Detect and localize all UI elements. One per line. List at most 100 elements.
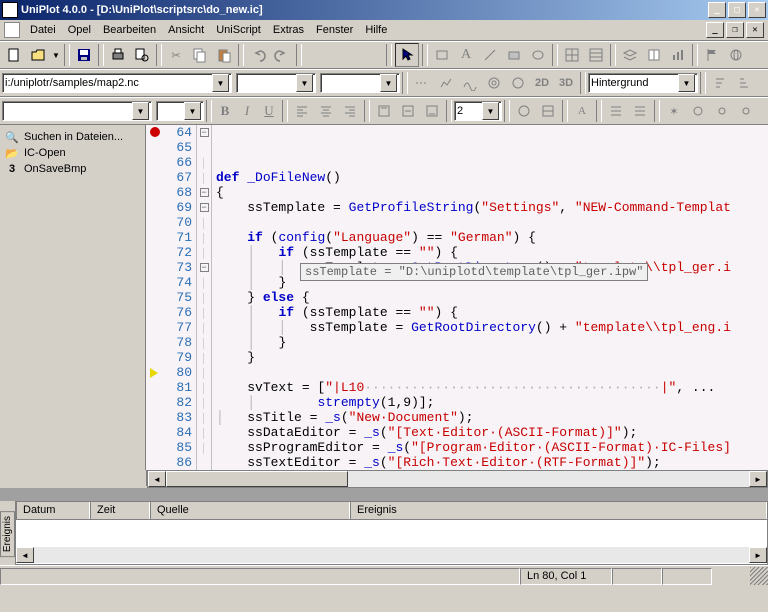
minimize-button[interactable]: _ xyxy=(708,2,726,18)
para2-icon[interactable] xyxy=(629,100,651,122)
scroll-right-icon[interactable]: ► xyxy=(749,471,767,487)
menu-opel[interactable]: Opel xyxy=(62,22,97,38)
scroll-left-icon[interactable]: ◄ xyxy=(148,471,166,487)
print-button[interactable] xyxy=(107,44,129,66)
maximize-button[interactable]: □ xyxy=(728,2,746,18)
ring-icon[interactable] xyxy=(687,100,709,122)
menu-hilfe[interactable]: Hilfe xyxy=(359,22,393,38)
font-combo[interactable]: ▼ xyxy=(2,101,152,121)
mdi-icon[interactable] xyxy=(4,22,20,38)
2d-button[interactable]: 2D xyxy=(531,72,553,94)
log-scrollbar[interactable]: ◄ ► xyxy=(16,547,767,563)
table-icon[interactable] xyxy=(537,100,559,122)
sort-desc-icon[interactable] xyxy=(733,72,755,94)
layers-icon[interactable] xyxy=(619,44,641,66)
sidebar-item-onsavebmp[interactable]: 3OnSaveBmp xyxy=(2,161,143,177)
size-combo[interactable]: ▼ xyxy=(156,101,204,121)
mdi-restore-button[interactable]: ❐ xyxy=(726,22,744,38)
circle-icon[interactable] xyxy=(507,72,529,94)
valign-mid-icon[interactable] xyxy=(397,100,419,122)
text-color-icon[interactable]: A xyxy=(571,100,593,122)
chevron-down-icon[interactable]: ▼ xyxy=(132,102,149,120)
chevron-down-icon[interactable]: ▼ xyxy=(380,74,397,92)
menu-extras[interactable]: Extras xyxy=(267,22,310,38)
rect-tool-icon[interactable] xyxy=(431,44,453,66)
link-icon[interactable] xyxy=(711,100,733,122)
copy-button[interactable] xyxy=(189,44,211,66)
shape-tool-icon[interactable] xyxy=(503,44,525,66)
grid2-tool-icon[interactable] xyxy=(585,44,607,66)
chevron-down-icon[interactable]: ▼ xyxy=(678,74,695,92)
resize-grip[interactable] xyxy=(750,567,768,585)
underline-button[interactable]: U xyxy=(258,100,280,122)
log-col-ereignis[interactable]: Ereignis xyxy=(350,502,767,519)
menu-uniscript[interactable]: UniScript xyxy=(210,22,267,38)
star-icon[interactable]: ✶ xyxy=(663,100,685,122)
log-tab[interactable]: Ereignis xyxy=(0,511,15,557)
redo-button[interactable] xyxy=(271,44,293,66)
italic-button[interactable]: I xyxy=(236,100,258,122)
sort-asc-icon[interactable] xyxy=(709,72,731,94)
menu-bearbeiten[interactable]: Bearbeiten xyxy=(97,22,162,38)
book-icon[interactable] xyxy=(643,44,665,66)
scroll-right-icon[interactable]: ► xyxy=(749,547,767,563)
mesh-icon[interactable] xyxy=(435,72,457,94)
cut-button[interactable]: ✂ xyxy=(165,44,187,66)
fold-column[interactable]: −││−−│││−││││││││││││ xyxy=(197,125,212,470)
align-center-icon[interactable] xyxy=(315,100,337,122)
link2-icon[interactable] xyxy=(735,100,757,122)
menu-fenster[interactable]: Fenster xyxy=(310,22,359,38)
scroll-left-icon[interactable]: ◄ xyxy=(16,547,34,563)
scroll-thumb[interactable] xyxy=(166,471,348,487)
line-tool-icon[interactable] xyxy=(479,44,501,66)
chevron-down-icon[interactable]: ▼ xyxy=(212,74,229,92)
bg-combo-value: Hintergrund xyxy=(591,77,648,89)
text-tool-icon[interactable]: A xyxy=(455,44,477,66)
menu-ansicht[interactable]: Ansicht xyxy=(162,22,210,38)
3d-button[interactable]: 3D xyxy=(555,72,577,94)
save-button[interactable] xyxy=(73,44,95,66)
print-preview-button[interactable] xyxy=(131,44,153,66)
globe2-icon[interactable] xyxy=(513,100,535,122)
grid-tool-icon[interactable] xyxy=(561,44,583,66)
cursor-icon[interactable] xyxy=(395,43,419,67)
open-button[interactable] xyxy=(27,44,49,66)
new-button[interactable] xyxy=(3,44,25,66)
mdi-minimize-button[interactable]: _ xyxy=(706,22,724,38)
valign-bot-icon[interactable] xyxy=(421,100,443,122)
code-editor[interactable]: 6465666768697071727374757677787980818283… xyxy=(146,125,768,470)
flag-icon[interactable] xyxy=(701,44,723,66)
surface-icon[interactable] xyxy=(459,72,481,94)
dropdown-icon[interactable]: ▼ xyxy=(51,44,61,66)
para1-icon[interactable] xyxy=(605,100,627,122)
align-right-icon[interactable] xyxy=(339,100,361,122)
code-area[interactable]: def _DoFileNew(){ ssTemplate = GetProfil… xyxy=(212,125,768,470)
h-scrollbar[interactable]: ◄ ► xyxy=(147,470,768,488)
sidebar-item-search[interactable]: 🔍Suchen in Dateien... xyxy=(2,129,143,145)
num-combo[interactable]: 2▼ xyxy=(454,101,502,121)
log-col-quelle[interactable]: Quelle xyxy=(150,502,350,519)
valign-top-icon[interactable] xyxy=(373,100,395,122)
bg-combo[interactable]: Hintergrund ▼ xyxy=(588,73,698,93)
dash-line-icon[interactable] xyxy=(411,72,433,94)
mdi-close-button[interactable]: ✕ xyxy=(746,22,764,38)
chevron-down-icon[interactable]: ▼ xyxy=(482,102,499,120)
bold-button[interactable]: B xyxy=(214,100,236,122)
chevron-down-icon[interactable]: ▼ xyxy=(184,102,201,120)
path-combo[interactable]: i:/uniplotr/samples/map2.nc▼ xyxy=(2,73,232,93)
sidebar-item-icopen[interactable]: 📂IC-Open xyxy=(2,145,143,161)
ellipse-tool-icon[interactable] xyxy=(527,44,549,66)
close-button[interactable]: ✕ xyxy=(748,2,766,18)
chart-icon[interactable] xyxy=(667,44,689,66)
globe-icon[interactable] xyxy=(725,44,747,66)
log-col-zeit[interactable]: Zeit xyxy=(90,502,150,519)
contour-icon[interactable] xyxy=(483,72,505,94)
undo-button[interactable] xyxy=(247,44,269,66)
paste-button[interactable] xyxy=(213,44,235,66)
combo-3[interactable]: ▼ xyxy=(320,73,400,93)
combo-2[interactable]: ▼ xyxy=(236,73,316,93)
menu-datei[interactable]: Datei xyxy=(24,22,62,38)
log-col-datum[interactable]: Datum xyxy=(16,502,90,519)
align-left-icon[interactable] xyxy=(291,100,313,122)
chevron-down-icon[interactable]: ▼ xyxy=(296,74,313,92)
